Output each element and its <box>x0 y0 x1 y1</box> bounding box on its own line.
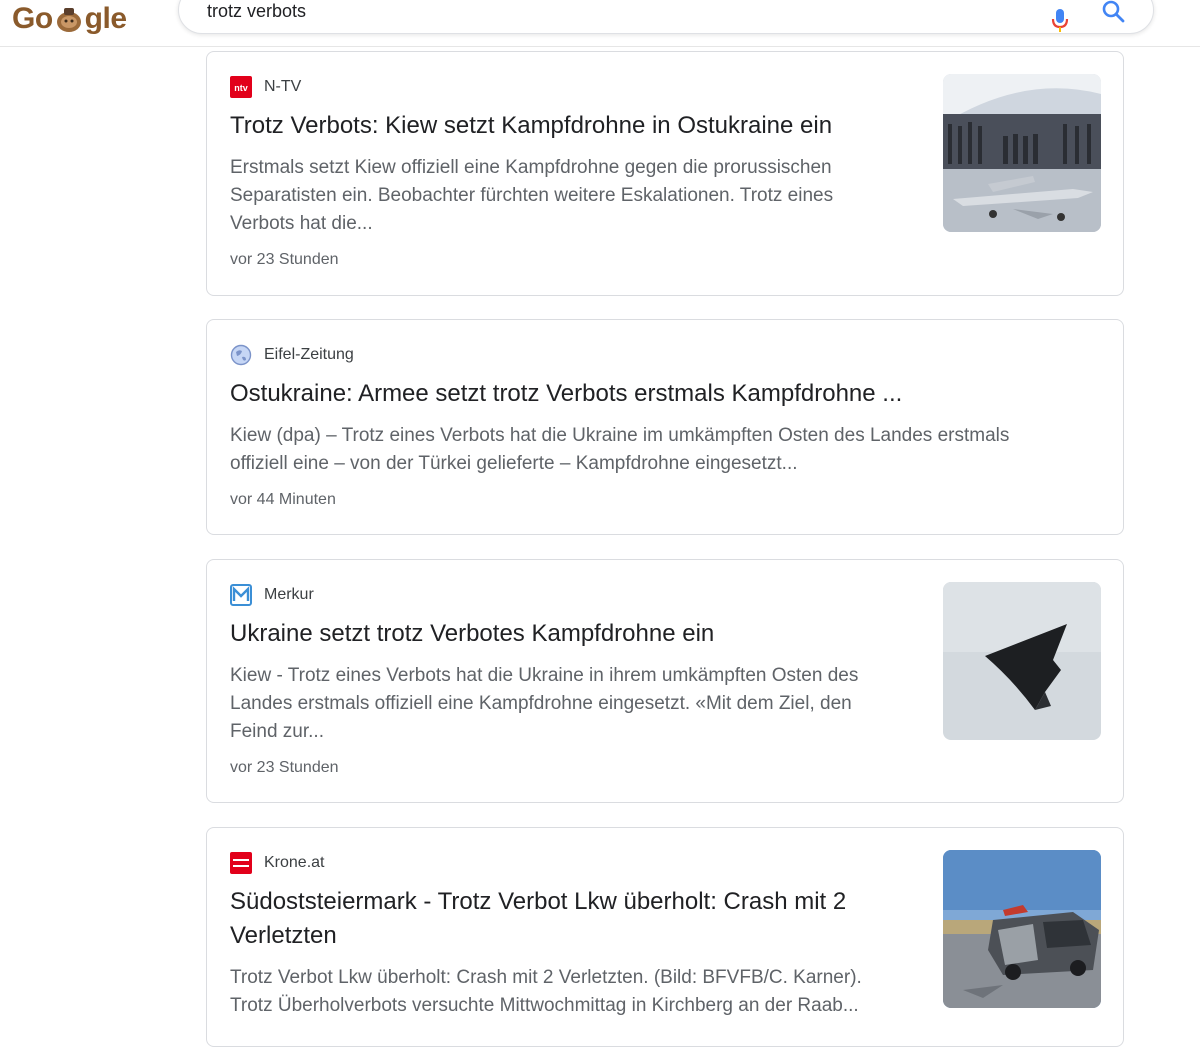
source-name: Krone.at <box>264 854 325 871</box>
result-snippet: Kiew - Trotz eines Verbots hat die Ukrai… <box>230 662 858 746</box>
doodle-icon <box>54 5 84 33</box>
news-result-card[interactable]: Merkur Ukraine setzt trotz Verbotes Kamp… <box>206 559 1124 803</box>
result-title[interactable]: Südoststeiermark - Trotz Verbot Lkw über… <box>230 885 846 953</box>
result-thumbnail[interactable] <box>943 582 1101 740</box>
search-icon[interactable] <box>1101 0 1127 25</box>
result-thumbnail[interactable] <box>943 850 1101 1008</box>
merkur-icon <box>230 584 252 606</box>
snippet-line: Trotz Überholverbots versuchte Mittwochm… <box>230 995 859 1016</box>
result-source: Merkur <box>230 584 314 606</box>
source-name: Merkur <box>264 586 314 603</box>
result-title[interactable]: Trotz Verbots: Kiew setzt Kampfdrohne in… <box>230 109 832 143</box>
header: Go gle trotz verbots <box>0 0 1200 47</box>
snippet-line: Erstmals setzt Kiew offiziell eine Kampf… <box>230 157 832 178</box>
snippet-line: Kiew - Trotz eines Verbots hat die Ukrai… <box>230 665 859 686</box>
google-doodle-logo[interactable]: Go gle <box>12 2 127 36</box>
snippet-line: Separatisten ein. Beobachter fürchten we… <box>230 185 834 206</box>
result-source: ntv N-TV <box>230 76 301 98</box>
news-result-card[interactable]: Eifel-Zeitung Ostukraine: Armee setzt tr… <box>206 319 1124 535</box>
result-title[interactable]: Ukraine setzt trotz Verbotes Kampfdrohne… <box>230 617 714 651</box>
title-line: Verletzten <box>230 922 337 949</box>
search-input[interactable]: trotz verbots <box>207 1 306 22</box>
result-snippet: Erstmals setzt Kiew offiziell eine Kampf… <box>230 154 833 238</box>
snippet-line: offiziell eine – von der Türkei geliefer… <box>230 453 798 474</box>
result-time: vor 44 Minuten <box>230 491 336 508</box>
news-result-card[interactable]: Krone.at Südoststeiermark - Trotz Verbot… <box>206 827 1124 1047</box>
snippet-line: Verbots hat die... <box>230 213 373 234</box>
source-name: N-TV <box>264 78 302 95</box>
krone-icon <box>230 852 252 874</box>
result-snippet: Kiew (dpa) – Trotz eines Verbots hat die… <box>230 422 1009 478</box>
microphone-icon[interactable] <box>1049 5 1071 33</box>
snippet-line: Feind zur... <box>230 721 324 742</box>
result-time: vor 23 Stunden <box>230 251 339 268</box>
result-source: Krone.at <box>230 852 324 874</box>
result-time: vor 23 Stunden <box>230 759 339 776</box>
snippet-line: Trotz Verbot Lkw überholt: Crash mit 2 V… <box>230 967 862 988</box>
result-title[interactable]: Ostukraine: Armee setzt trotz Verbots er… <box>230 377 902 411</box>
snippet-line: Landes erstmals offiziell eine Kampfdroh… <box>230 693 852 714</box>
result-thumbnail[interactable] <box>943 74 1101 232</box>
news-result-card[interactable]: ntv N-TV Trotz Verbots: Kiew setzt Kampf… <box>206 51 1124 296</box>
snippet-line: Kiew (dpa) – Trotz eines Verbots hat die… <box>230 425 1010 446</box>
title-line: Südoststeiermark - Trotz Verbot Lkw über… <box>230 888 847 915</box>
search-box[interactable]: trotz verbots <box>178 0 1154 34</box>
source-name: Eifel-Zeitung <box>264 346 354 363</box>
svg-text:ntv: ntv <box>234 83 248 93</box>
ntv-icon: ntv <box>230 76 252 98</box>
globe-icon <box>230 344 252 366</box>
result-source: Eifel-Zeitung <box>230 344 354 366</box>
